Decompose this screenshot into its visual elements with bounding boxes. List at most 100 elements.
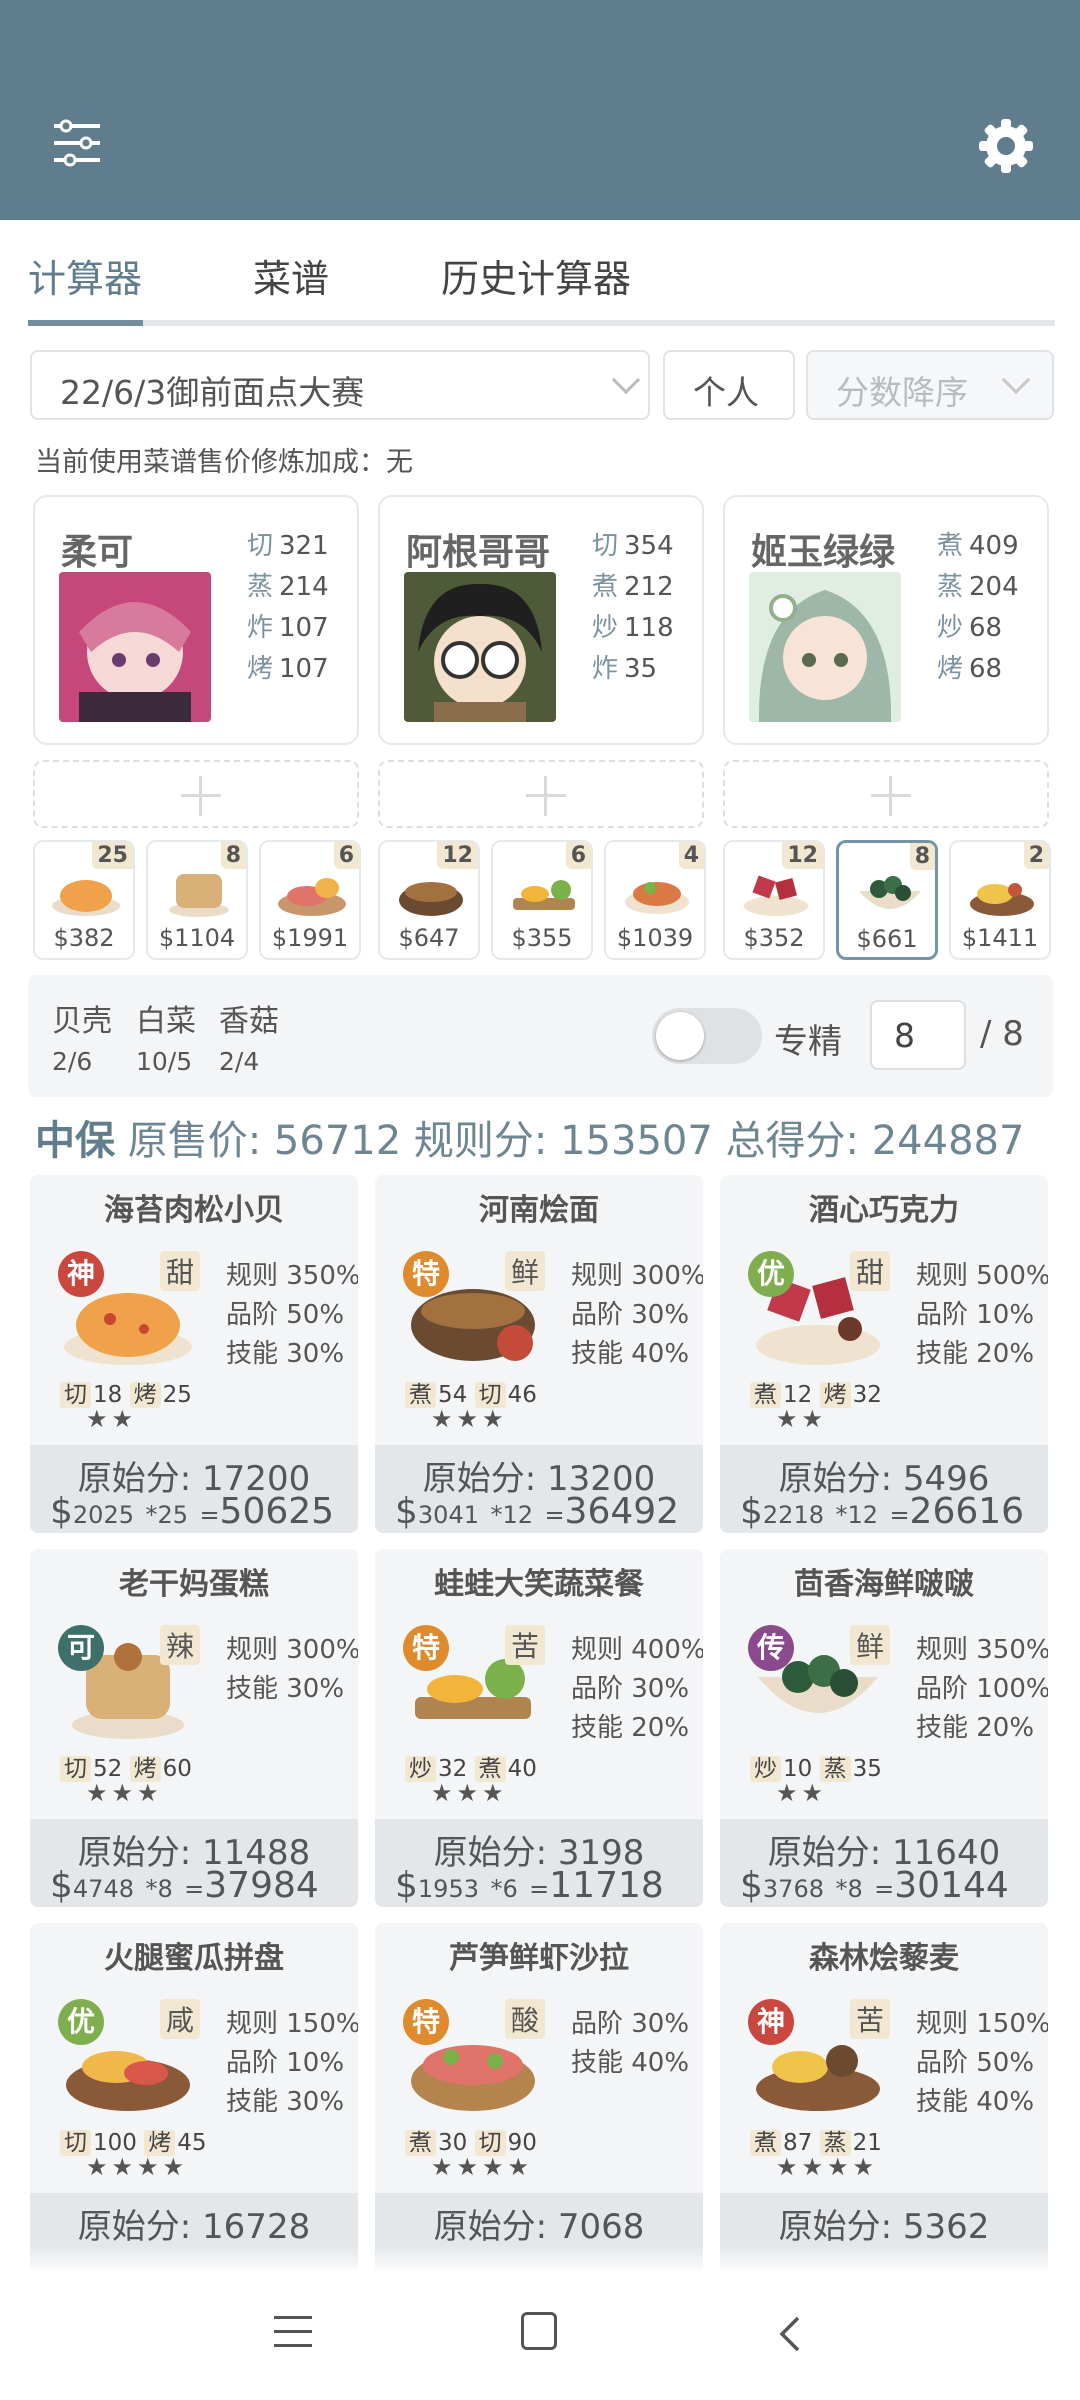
flavor-tag: 鲜 bbox=[850, 1625, 891, 1665]
mode-button[interactable]: 个人 bbox=[663, 350, 795, 420]
rarity-badge: 优 bbox=[748, 1251, 794, 1297]
recipe-score-panel: 原始分: 13200 $3041 *12 =36492 bbox=[375, 1445, 703, 1533]
rule-label: 规则分: bbox=[413, 1118, 548, 1164]
recipe-stars: ★★ bbox=[776, 1405, 828, 1433]
add-equipment-button[interactable] bbox=[33, 760, 359, 828]
score-summary: 中保 原售价: 56712 规则分: 153507 总得分: 244887 bbox=[35, 1108, 1024, 1166]
bonus-line: 技能 40% bbox=[571, 1339, 690, 1369]
bonus-line: 规则 150% bbox=[226, 2009, 358, 2039]
stat-value: 212 bbox=[624, 572, 674, 602]
dish-image bbox=[507, 866, 581, 918]
bonus-line: 品阶 30% bbox=[571, 1674, 690, 1704]
rarity-badge: 特 bbox=[403, 1251, 449, 1297]
recipe-name: 河南烩面 bbox=[479, 1193, 599, 1228]
chef-card[interactable]: 柔可 切 321 蒸 214 炸 107 烤 107 bbox=[33, 495, 359, 745]
dish-slot[interactable]: 6 $1991 bbox=[259, 840, 361, 960]
bonus-line: 技能 20% bbox=[916, 1339, 1035, 1369]
multiplier: *6 bbox=[490, 1875, 518, 1903]
price-label: 原售价: bbox=[127, 1118, 262, 1164]
dish-count: 8 bbox=[909, 843, 935, 870]
recipe-stars: ★★★ bbox=[86, 1779, 163, 1807]
stat-key: 烤 bbox=[937, 654, 964, 684]
recipe-score-panel: 原始分: 17200 $2025 *25 =50625 bbox=[30, 1445, 358, 1533]
dish-image bbox=[275, 866, 349, 918]
stat-key: 炸 bbox=[592, 654, 619, 684]
tab-active-indicator bbox=[28, 320, 143, 326]
recipe-skills: 切 100 烤 45 bbox=[60, 2123, 207, 2157]
currency-sign: $ bbox=[740, 1491, 763, 1532]
dish-slot[interactable]: 4 $1039 bbox=[604, 840, 706, 960]
score-calc: $4748 *8 =37984 bbox=[50, 1865, 319, 1906]
menu-icon[interactable] bbox=[274, 2314, 312, 2350]
specialize-input[interactable]: 8 bbox=[870, 1000, 966, 1070]
final-score: 50625 bbox=[219, 1491, 335, 1532]
recipe-card[interactable]: 蛙蛙大笑蔬菜餐特 苦炒 32 煮 40 ★★★ 规则 400% 品阶 30% 技能 20% 原始… bbox=[375, 1549, 703, 1907]
tab-recipes[interactable]: 菜谱 bbox=[253, 248, 329, 303]
recipe-stars: ★★★ bbox=[431, 1779, 508, 1807]
chef-stat: 炸 35 bbox=[592, 648, 702, 689]
bonus-line: 技能 20% bbox=[571, 1713, 690, 1743]
rarity-badge: 神 bbox=[58, 1251, 104, 1297]
add-equipment-button[interactable] bbox=[378, 760, 704, 828]
recipe-skills: 炒 10 蒸 35 bbox=[750, 1749, 882, 1783]
recipe-card[interactable]: 海苔肉松小贝神 甜切 18 烤 25 ★★ 规则 350% 品阶 50% 技能 30% 原始分:… bbox=[30, 1175, 358, 1533]
dish-price: $661 bbox=[856, 925, 918, 953]
home-icon[interactable] bbox=[521, 2312, 557, 2350]
chef-stats: 切 321 蒸 214 炸 107 烤 107 bbox=[247, 525, 357, 689]
dish-count: 4 bbox=[678, 842, 704, 869]
rarity-badge: 神 bbox=[748, 1999, 794, 2045]
recipe-name: 海苔肉松小贝 bbox=[104, 1193, 284, 1228]
recipe-card[interactable]: 火腿蜜瓜拼盘优 咸切 100 烤 45 ★★★★ 规则 150% 品阶 10% 技能 30% 原… bbox=[30, 1923, 358, 2281]
recipe-card[interactable]: 酒心巧克力优 甜煮 12 烤 32 ★★ 规则 500% 品阶 10% 技能 20% 原始分: … bbox=[720, 1175, 1048, 1533]
back-icon[interactable] bbox=[772, 2314, 812, 2354]
recipe-card[interactable]: 河南烩面特 鲜煮 54 切 46 ★★★ 规则 300% 品阶 30% 技能 40% 原始分: … bbox=[375, 1175, 703, 1533]
dish-slot[interactable]: 8 $1104 bbox=[146, 840, 248, 960]
dish-count: 2 bbox=[1023, 842, 1049, 869]
dish-slot[interactable]: 12 $647 bbox=[378, 840, 480, 960]
chef-card[interactable]: 阿根哥哥 切 354 煮 212 炒 118 炸 35 bbox=[378, 495, 704, 745]
dish-count: 25 bbox=[92, 842, 133, 869]
unit-price: 3768 bbox=[762, 1875, 824, 1903]
tab-history-calculator[interactable]: 历史计算器 bbox=[441, 248, 631, 303]
stat-key: 烤 bbox=[247, 654, 274, 684]
chef-stat: 炒 118 bbox=[592, 607, 702, 648]
dish-slot[interactable]: 12 $352 bbox=[723, 840, 825, 960]
recipe-card[interactable]: 老干妈蛋糕可 辣切 52 烤 60 ★★★ 规则 300% 技能 30% 原始分: 11488… bbox=[30, 1549, 358, 1907]
recipe-name: 酒心巧克力 bbox=[809, 1193, 959, 1228]
dish-slot-selected[interactable]: 8 $661 bbox=[836, 840, 938, 960]
recipe-skills: 煮 54 切 46 bbox=[405, 1375, 537, 1409]
recipe-bonuses: 规则 350% 品阶 100% 技能 20% bbox=[916, 1631, 1048, 1748]
sort-select[interactable]: 分数降序 bbox=[806, 350, 1054, 420]
skill-value: 35 bbox=[852, 1756, 882, 1782]
event-select[interactable]: 22/6/3御前面点大赛 bbox=[30, 350, 650, 420]
recipe-card[interactable]: 芦笋鲜虾沙拉特 酸煮 30 切 90 ★★★★ 品阶 30% 技能 40% 原始分: 7068 bbox=[375, 1923, 703, 2281]
dish-image bbox=[739, 866, 813, 918]
final-score: 30144 bbox=[894, 1865, 1009, 1906]
multiplier: *12 bbox=[835, 1501, 878, 1529]
equals-sign: = bbox=[889, 1501, 910, 1529]
add-equipment-button[interactable] bbox=[723, 760, 1049, 828]
multiplier: *8 bbox=[145, 1875, 173, 1903]
gear-icon[interactable] bbox=[978, 118, 1034, 174]
recipe-card[interactable]: 森林烩藜麦神 苦煮 87 蒸 21 ★★★★ 规则 150% 品阶 50% 技能 40% 原始分… bbox=[720, 1923, 1048, 2281]
dish-slot[interactable]: 2 $1411 bbox=[949, 840, 1051, 960]
equals-sign: = bbox=[184, 1875, 205, 1903]
chef-stat: 煮 212 bbox=[592, 566, 702, 607]
dish-count: 6 bbox=[333, 842, 359, 869]
recipe-card[interactable]: 茴香海鲜啵啵传 鲜炒 10 蒸 35 ★★ 规则 350% 品阶 100% 技能 20% 原始分… bbox=[720, 1549, 1048, 1907]
currency-sign: $ bbox=[740, 1865, 763, 1906]
dish-slot[interactable]: 25 $382 bbox=[33, 840, 135, 960]
tab-calculator[interactable]: 计算器 bbox=[28, 248, 142, 303]
recipe-bonuses: 规则 400% 品阶 30% 技能 20% bbox=[571, 1631, 703, 1748]
dish-price: $352 bbox=[743, 924, 805, 952]
bonus-line: 技能 20% bbox=[916, 1713, 1035, 1743]
currency-sign: $ bbox=[395, 1491, 418, 1532]
unit-price: 2218 bbox=[762, 1501, 824, 1529]
specialize-toggle[interactable] bbox=[652, 1008, 762, 1064]
chef-card[interactable]: 姬玉绿绿 煮 409 蒸 204 炒 68 烤 68 bbox=[723, 495, 1049, 745]
sliders-icon[interactable] bbox=[50, 118, 104, 168]
total-value: 244887 bbox=[871, 1118, 1025, 1164]
dish-slot[interactable]: 6 $355 bbox=[491, 840, 593, 960]
recipe-name: 茴香海鲜啵啵 bbox=[794, 1567, 974, 1602]
recipe-stars: ★★★★ bbox=[431, 2153, 534, 2181]
